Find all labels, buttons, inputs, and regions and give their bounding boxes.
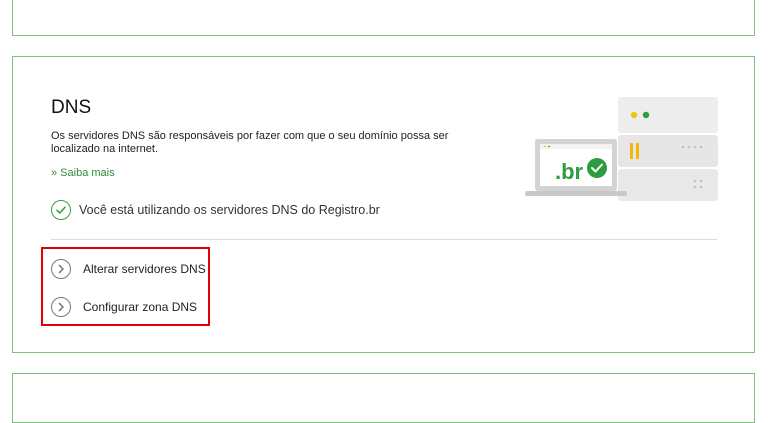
card-next [12, 373, 755, 423]
dns-description: Os servidores DNS são responsáveis por f… [51, 130, 449, 155]
configure-dns-zone-label: Configurar zona DNS [83, 300, 198, 314]
chevron-right-icon [51, 259, 71, 279]
dns-title: DNS [51, 97, 92, 118]
change-dns-servers-button[interactable]: Alterar servidores DNS [51, 259, 206, 279]
dns-status: Você está utilizando os servidores DNS d… [51, 200, 380, 220]
laptop-br-text: .br [555, 159, 584, 184]
dns-card: DNS Os servidores DNS são responsáveis p… [12, 56, 755, 353]
laptop-servers-illustration: .br [525, 97, 718, 201]
card-previous [12, 0, 755, 36]
learn-more-link[interactable]: » Saiba mais [51, 167, 115, 179]
configure-dns-zone-button[interactable]: Configurar zona DNS [51, 297, 197, 317]
chevron-right-icon [51, 297, 71, 317]
change-dns-servers-label: Alterar servidores DNS [83, 262, 206, 276]
check-circle-icon [51, 200, 71, 220]
divider [51, 239, 717, 240]
dns-status-text: Você está utilizando os servidores DNS d… [79, 203, 380, 217]
